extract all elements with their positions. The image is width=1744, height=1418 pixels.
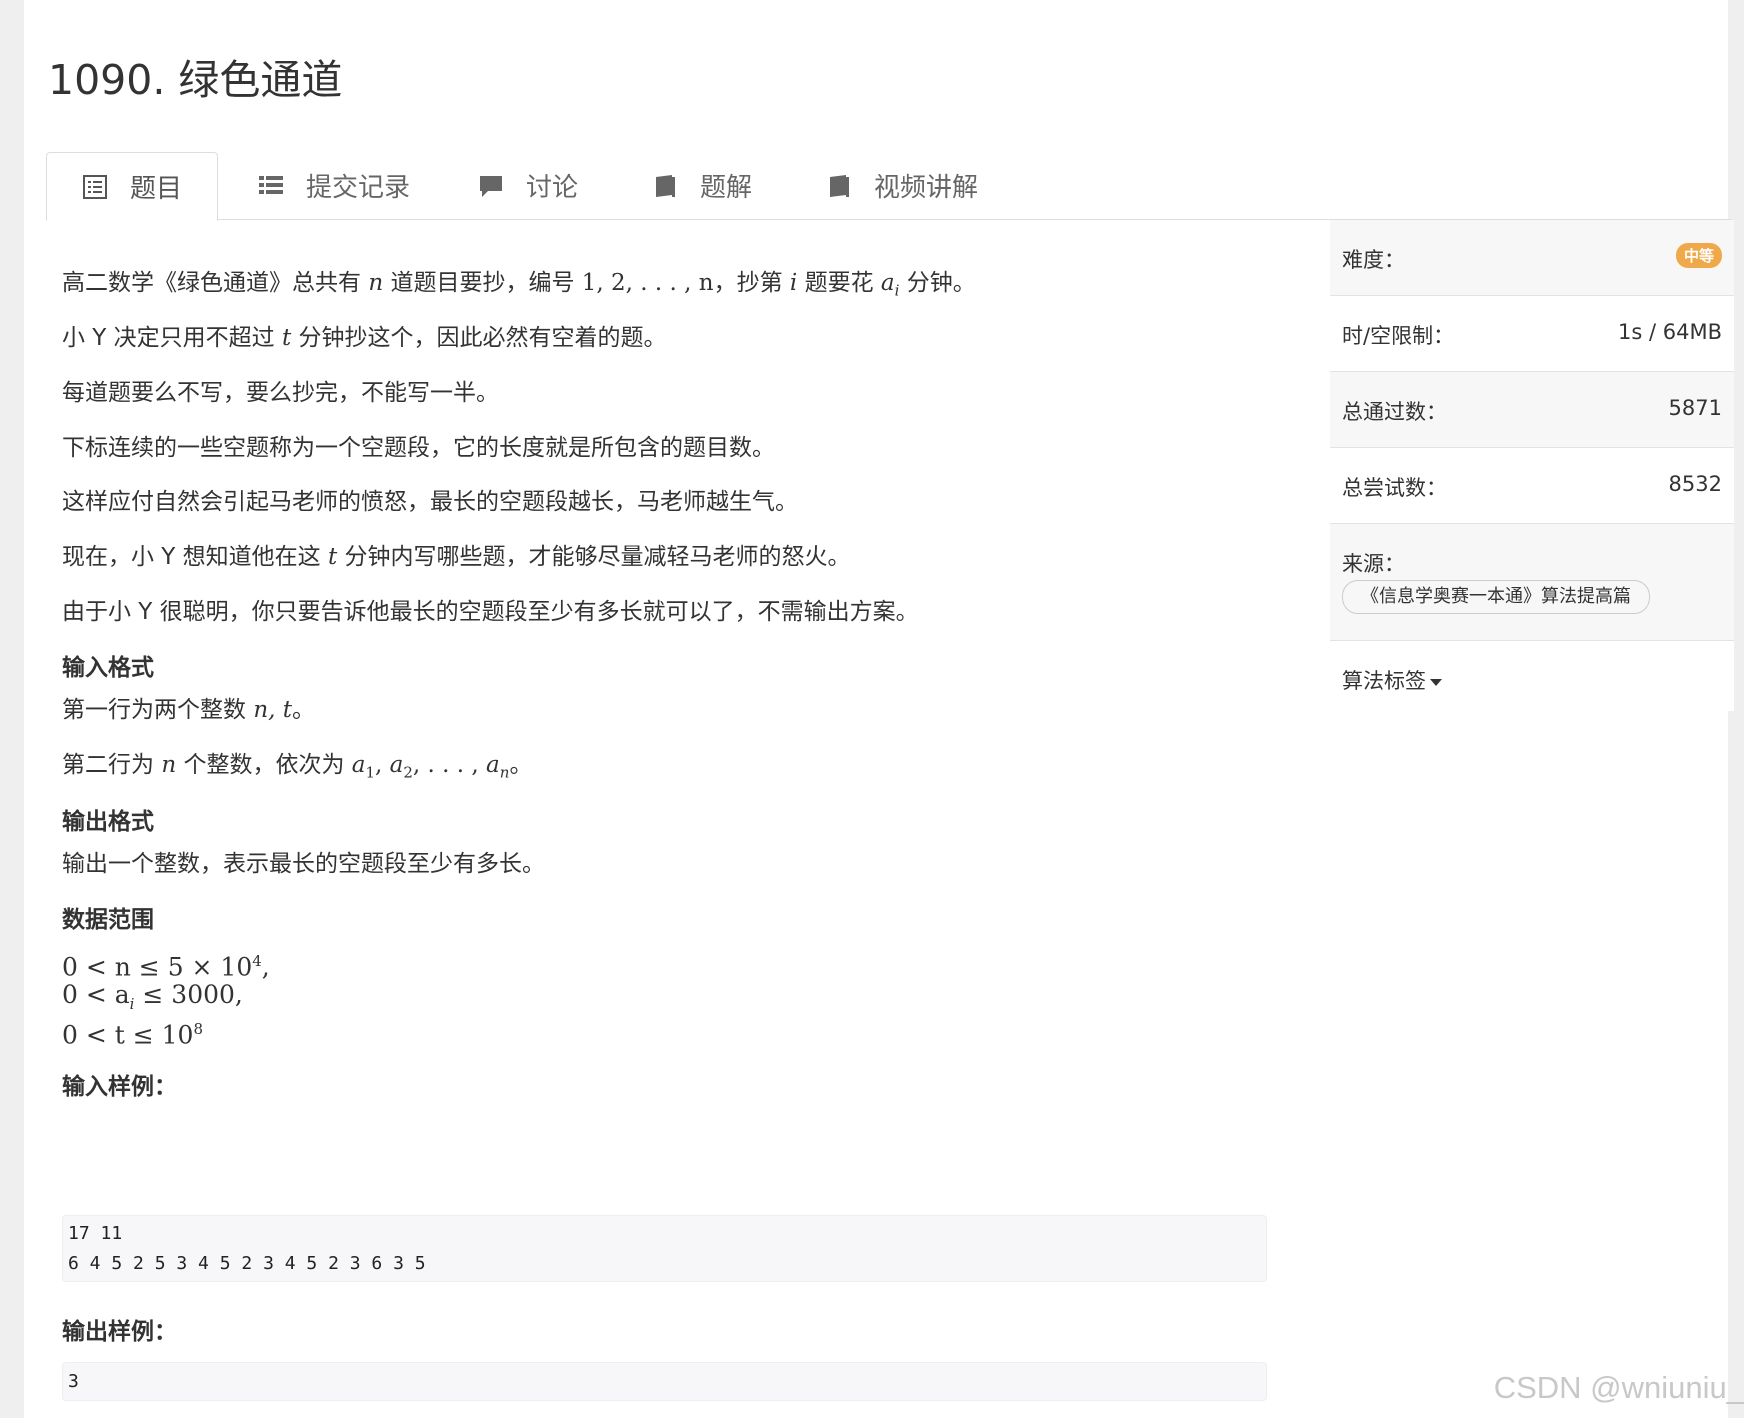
algorithm-tags-toggle[interactable]: 算法标签 bbox=[1342, 665, 1442, 695]
range-line: 0 < t ≤ 108 bbox=[62, 1020, 203, 1050]
input-format-line: 第二行为 n 个整数，依次为 a1, a2, . . . , an。 bbox=[62, 752, 533, 782]
sample-output-block: 3 bbox=[62, 1362, 1267, 1401]
tab-solutions[interactable]: 题解 bbox=[652, 152, 752, 219]
code-line: 17 11 bbox=[68, 1223, 123, 1244]
tab-video[interactable]: 视频讲解 bbox=[826, 152, 978, 219]
book-icon bbox=[656, 174, 675, 197]
list-icon bbox=[259, 175, 283, 194]
passed-row: 总通过数： 5871 bbox=[1330, 372, 1734, 448]
tried-row: 总尝试数： 8532 bbox=[1330, 448, 1734, 524]
difficulty-badge: 中等 bbox=[1675, 243, 1722, 268]
source-button[interactable]: 《信息学奥赛一本通》算法提高篇 bbox=[1342, 580, 1650, 614]
statement-paragraph: 由于小 Y 很聪明，你只要告诉他最长的空题段至少有多长就可以了，不需输出方案。 bbox=[62, 599, 919, 625]
statement-paragraph: 小 Y 决定只用不超过 t 分钟抄这个，因此必然有空着的题。 bbox=[62, 325, 667, 351]
statement-paragraph: 这样应付自然会引起马老师的愤怒，最长的空题段越长，马老师越生气。 bbox=[62, 489, 798, 515]
sample-input-heading: 输入样例： bbox=[62, 1074, 177, 1100]
book-icon bbox=[830, 174, 849, 197]
comment-icon bbox=[480, 175, 502, 197]
watermark: CSDN @wniuniu_ bbox=[1493, 1370, 1744, 1405]
output-format-heading: 输出格式 bbox=[62, 809, 154, 835]
problem-card: 1090. 绿色通道 题目 提交记录 讨论 题解 视频讲解 高二数学《绿色通道》… bbox=[24, 0, 1734, 1418]
page-title: 1090. 绿色通道 bbox=[48, 56, 343, 104]
tab-label: 题目 bbox=[129, 174, 182, 204]
tab-problem[interactable]: 题目 bbox=[46, 152, 218, 221]
tab-label: 讨论 bbox=[526, 173, 579, 203]
statement-paragraph: 每道题要么不写，要么抄完，不能写一半。 bbox=[62, 380, 499, 406]
tab-submissions[interactable]: 提交记录 bbox=[258, 152, 410, 219]
problem-sidebar: 难度： 中等 时/空限制： 1s / 64MB 总通过数： 5871 总尝试数：… bbox=[1330, 220, 1734, 711]
source-row: 来源： 《信息学奥赛一本通》算法提高篇 bbox=[1330, 524, 1734, 641]
output-format-text: 输出一个整数，表示最长的空题段至少有多长。 bbox=[62, 851, 545, 877]
sample-input-block: 17 11 6 4 5 2 5 3 4 5 2 3 4 5 2 3 6 3 5 bbox=[62, 1215, 1267, 1282]
caret-down-icon bbox=[1430, 678, 1442, 686]
tab-bar: 题目 提交记录 讨论 题解 视频讲解 bbox=[46, 152, 1732, 221]
statement-paragraph: 高二数学《绿色通道》总共有 n 道题目要抄，编号 1, 2, . . . , n… bbox=[62, 270, 976, 300]
input-format-line: 第一行为两个整数 n, t。 bbox=[62, 697, 315, 723]
tab-label: 视频讲解 bbox=[874, 173, 979, 203]
statement-paragraph: 现在，小 Y 想知道他在这 t 分钟内写哪些题，才能够尽量减轻马老师的怒火。 bbox=[62, 544, 851, 570]
tab-discussion[interactable]: 讨论 bbox=[478, 152, 578, 219]
sample-output-heading: 输出样例： bbox=[62, 1319, 177, 1345]
statement-paragraph: 下标连续的一些空题称为一个空题段，它的长度就是所包含的题目数。 bbox=[62, 435, 775, 461]
code-line: 3 bbox=[68, 1371, 79, 1392]
difficulty-row: 难度： 中等 bbox=[1330, 220, 1734, 296]
list-doc-icon bbox=[82, 174, 107, 199]
tab-label: 提交记录 bbox=[306, 173, 411, 203]
range-line: 0 < n ≤ 5 × 104, bbox=[62, 952, 270, 982]
tags-row: 算法标签 bbox=[1330, 641, 1734, 711]
input-format-heading: 输入格式 bbox=[62, 655, 154, 681]
limit-row: 时/空限制： 1s / 64MB bbox=[1330, 296, 1734, 372]
code-line: 6 4 5 2 5 3 4 5 2 3 4 5 2 3 6 3 5 bbox=[68, 1253, 426, 1274]
range-heading: 数据范围 bbox=[62, 907, 154, 933]
tab-label: 题解 bbox=[700, 173, 753, 203]
